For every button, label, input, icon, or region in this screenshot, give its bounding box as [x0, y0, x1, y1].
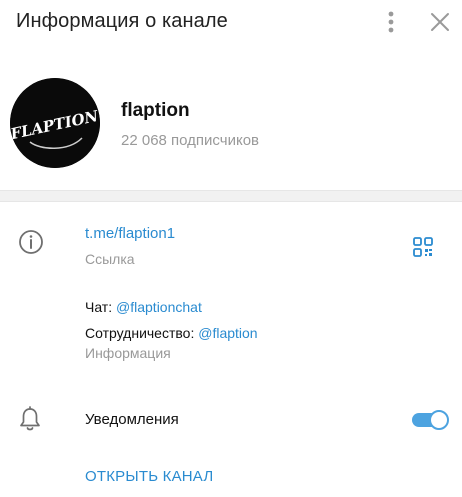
flaption-logo-icon: FLAPTION [10, 78, 100, 168]
toggle-knob [429, 410, 449, 430]
info-icon [18, 229, 44, 255]
close-button[interactable] [426, 8, 454, 36]
cooperation-prefix: Сотрудничество: [85, 325, 199, 341]
close-icon [431, 13, 449, 31]
open-channel-button[interactable]: ОТКРЫТЬ КАНАЛ [85, 468, 213, 485]
panel-header: Информация о канале [0, 0, 462, 44]
qr-code-icon [413, 237, 433, 257]
chat-prefix: Чат: [85, 299, 117, 315]
vertical-dots-icon [388, 11, 394, 33]
cooperation-line: Сотрудничество: @flaption [85, 320, 258, 346]
channel-avatar[interactable]: FLAPTION [10, 78, 100, 168]
notifications-label: Уведомления [85, 411, 179, 428]
channel-name: flaption [121, 100, 190, 121]
channel-profile: FLAPTION flaption 22 068 подписчиков [0, 72, 462, 172]
description-label: Информация [85, 345, 171, 361]
chat-mention-link[interactable]: @flaptionchat [116, 299, 202, 315]
section-divider [0, 190, 462, 202]
panel-title: Информация о канале [16, 10, 228, 32]
cooperation-mention-link[interactable]: @flaption [198, 325, 257, 341]
subscriber-count: 22 068 подписчиков [121, 132, 260, 149]
notifications-toggle[interactable] [412, 410, 449, 430]
channel-link[interactable]: t.me/flaption1 [85, 225, 175, 242]
qr-code-button[interactable] [412, 236, 434, 258]
channel-description: Чат: @flaptionchat Сотрудничество: @flap… [85, 294, 258, 346]
bell-icon [18, 405, 42, 433]
channel-link-label: Ссылка [85, 251, 135, 267]
more-options-button[interactable] [378, 8, 404, 36]
chat-line: Чат: @flaptionchat [85, 294, 258, 320]
